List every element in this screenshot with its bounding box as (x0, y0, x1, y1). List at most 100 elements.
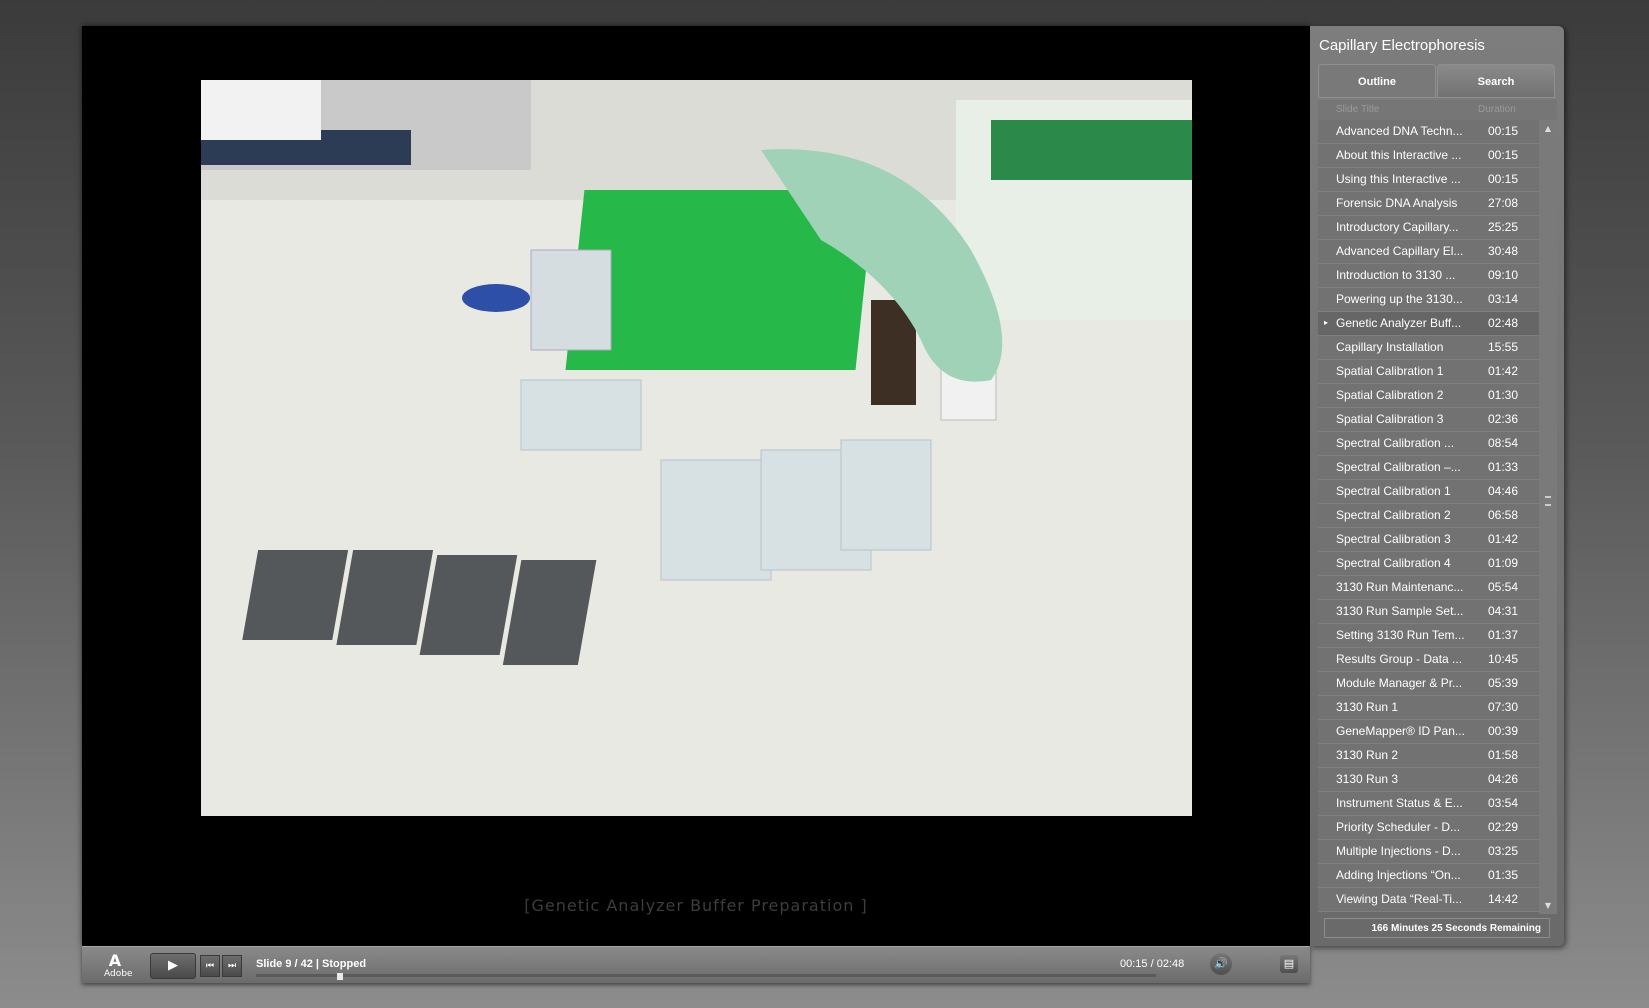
outline-row[interactable]: Spectral Calibration 3 01:42 (1318, 528, 1539, 552)
outline-row-duration: 01:35 (1488, 868, 1519, 882)
outline-row-duration: 01:30 (1488, 388, 1519, 402)
outline-row[interactable]: 3130 Run 3 04:26 (1318, 768, 1539, 792)
outline-row[interactable]: Using this Interactive ... 00:15 (1318, 168, 1539, 192)
outline-row-duration: 03:54 (1488, 796, 1519, 810)
adobe-logo-icon: A (108, 951, 122, 970)
outline-row[interactable]: ▸ Genetic Analyzer Buff... 02:48 (1318, 312, 1539, 336)
adobe-label: Adobe (104, 969, 133, 979)
outline-row[interactable]: 3130 Run Maintenanc... 05:54 (1318, 576, 1539, 600)
outline-row[interactable]: Adding Injections “On... 01:35 (1318, 864, 1539, 888)
outline-row-title: About this Interactive ... (1336, 148, 1462, 162)
progress-thumb[interactable] (337, 973, 343, 980)
outline-row[interactable]: Advanced DNA Techn... 00:15 (1318, 120, 1539, 144)
outline-row-duration: 05:54 (1488, 580, 1519, 594)
outline-row[interactable]: 3130 Run 2 01:58 (1318, 744, 1539, 768)
outline-row-title: Introduction to 3130 ... (1336, 268, 1456, 282)
video-stage: [Genetic Analyzer Buffer Preparation ] (82, 26, 1310, 946)
outline-row[interactable]: Multiple Injections - D... 03:25 (1318, 840, 1539, 864)
outline-row-title: Forensic DNA Analysis (1336, 196, 1458, 210)
outline-row[interactable]: 3130 Run Sample Set... 04:31 (1318, 600, 1539, 624)
slide-caption: [Genetic Analyzer Buffer Preparation ] (524, 896, 868, 915)
outline-row-title: 3130 Run Sample Set... (1336, 604, 1464, 618)
outline-row-title: Powering up the 3130... (1336, 292, 1463, 306)
outline-row-title: Setting 3130 Run Tem... (1336, 628, 1465, 642)
outline-row-duration: 15:55 (1488, 340, 1519, 354)
next-icon: ⏭ (227, 961, 237, 971)
outline-row[interactable]: Capillary Installation 15:55 (1318, 336, 1539, 360)
tab-search[interactable]: Search (1437, 64, 1555, 98)
previous-icon: ⏮ (205, 961, 215, 971)
outline-row-duration: 04:26 (1488, 772, 1519, 786)
outline-row-title: Spectral Calibration –... (1336, 460, 1461, 474)
sidebar-toggle-button[interactable]: ▤ (1280, 955, 1298, 973)
outline-row-duration: 03:14 (1488, 292, 1519, 306)
video-frame[interactable] (201, 80, 1192, 816)
outline-row-title: Spatial Calibration 3 (1336, 412, 1444, 426)
outline-row[interactable]: Spatial Calibration 2 01:30 (1318, 384, 1539, 408)
tab-outline[interactable]: Outline (1318, 64, 1436, 98)
outline-row-title: Spectral Calibration 4 (1336, 556, 1451, 570)
outline-row[interactable]: Instrument Status & E... 03:54 (1318, 792, 1539, 816)
volume-button[interactable]: 🔊 (1210, 953, 1232, 975)
outline-row[interactable]: Spectral Calibration –... 01:33 (1318, 456, 1539, 480)
outline-row-title: Capillary Installation (1336, 340, 1444, 354)
outline-row[interactable]: Priority Scheduler - D... 02:29 (1318, 816, 1539, 840)
outline-row-duration: 00:15 (1488, 148, 1519, 162)
outline-row-duration: 10:45 (1488, 652, 1519, 666)
outline-row-title: Genetic Analyzer Buff... (1336, 316, 1462, 330)
outline-row[interactable]: Spatial Calibration 3 02:36 (1318, 408, 1539, 432)
sidebar-tabs: Outline Search (1318, 64, 1557, 98)
outline-row[interactable]: Spectral Calibration 4 01:09 (1318, 552, 1539, 576)
scroll-down-icon[interactable]: ▼ (1539, 901, 1557, 910)
outline-sidebar: Capillary Electrophoresis Outline Search… (1310, 26, 1564, 946)
outline-row[interactable]: Setting 3130 Run Tem... 01:37 (1318, 624, 1539, 648)
outline-row-duration: 06:58 (1488, 508, 1519, 522)
outline-row-title: Using this Interactive ... (1336, 172, 1461, 186)
outline-row-duration: 01:42 (1488, 532, 1519, 546)
outline-row[interactable]: Advanced Capillary El... 30:48 (1318, 240, 1539, 264)
outline-row-duration: 01:33 (1488, 460, 1519, 474)
scroll-up-icon[interactable]: ▲ (1539, 124, 1557, 133)
outline-row-title: Spectral Calibration ... (1336, 436, 1455, 450)
outline-row[interactable]: Introduction to 3130 ... 09:10 (1318, 264, 1539, 288)
outline-row[interactable]: Results Group - Data ... 10:45 (1318, 648, 1539, 672)
outline-row[interactable]: Powering up the 3130... 03:14 (1318, 288, 1539, 312)
outline-row[interactable]: Spectral Calibration 2 06:58 (1318, 504, 1539, 528)
lab-scene-image (201, 80, 1192, 816)
play-button[interactable]: ▶ (150, 953, 196, 979)
scroll-thumb[interactable] (1545, 496, 1551, 506)
outline-row-title: Advanced DNA Techn... (1336, 124, 1463, 138)
outline-row[interactable]: Viewing Data “Real-Ti... 14:42 (1318, 888, 1539, 912)
outline-row-duration: 08:54 (1488, 436, 1519, 450)
outline-row-title: Priority Scheduler - D... (1336, 820, 1461, 834)
presentation-title: Capillary Electrophoresis (1319, 37, 1485, 54)
outline-row[interactable]: Module Manager & Pr... 05:39 (1318, 672, 1539, 696)
progress-track[interactable] (256, 974, 1156, 977)
outline-row-title: Adding Injections “On... (1336, 868, 1461, 882)
outline-row[interactable]: Spatial Calibration 1 01:42 (1318, 360, 1539, 384)
next-slide-button[interactable]: ⏭ (222, 955, 242, 977)
outline-row[interactable]: About this Interactive ... 00:15 (1318, 144, 1539, 168)
outline-scrollbar[interactable]: ▲ ▼ (1539, 120, 1557, 914)
outline-row-duration: 00:39 (1488, 724, 1519, 738)
outline-row-duration: 09:10 (1488, 268, 1519, 282)
sidebar-toggle-icon: ▤ (1283, 957, 1295, 970)
outline-row[interactable]: Forensic DNA Analysis 27:08 (1318, 192, 1539, 216)
outline-row-title: Viewing Data “Real-Ti... (1336, 892, 1463, 906)
control-bar: A Adobe ▶ ⏮ ⏭ Slide 9 / 42 | Stopped 00:… (82, 946, 1310, 983)
outline-row[interactable]: 3130 Run 1 07:30 (1318, 696, 1539, 720)
outline-row-duration: 07:30 (1488, 700, 1519, 714)
outline-row-title: 3130 Run 3 (1336, 772, 1399, 786)
outline-row-duration: 25:25 (1488, 220, 1519, 234)
outline-list: Advanced DNA Techn... 00:15 About this Int… (1318, 120, 1539, 914)
outline-row[interactable]: Spectral Calibration 1 04:46 (1318, 480, 1539, 504)
previous-slide-button[interactable]: ⏮ (200, 955, 220, 977)
outline-row[interactable]: Introductory Capillary... 25:25 (1318, 216, 1539, 240)
outline-row[interactable]: GeneMapper® ID Pan... 00:39 (1318, 720, 1539, 744)
outline-row[interactable]: Spectral Calibration ... 08:54 (1318, 432, 1539, 456)
outline-column-header: Slide Title Duration (1318, 100, 1557, 120)
time-remaining: 166 Minutes 25 Seconds Remaining (1324, 918, 1550, 938)
outline-row-title: Spectral Calibration 2 (1336, 508, 1451, 522)
outline-row-duration: 03:25 (1488, 844, 1519, 858)
outline-row-duration: 01:58 (1488, 748, 1519, 762)
